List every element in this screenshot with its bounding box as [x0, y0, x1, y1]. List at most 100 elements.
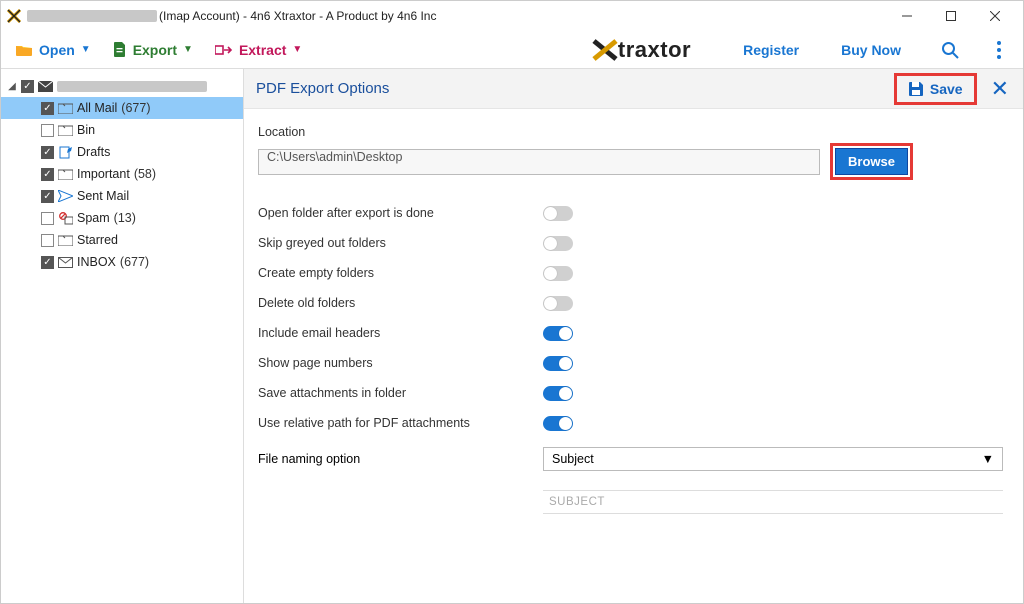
- save-button[interactable]: Save: [900, 79, 971, 99]
- option-row: Create empty folders: [258, 258, 1003, 288]
- sent-icon: [58, 190, 73, 203]
- collapse-arrow-icon[interactable]: ◢: [7, 81, 17, 92]
- folder-icon: [58, 124, 73, 137]
- search-icon[interactable]: [941, 41, 959, 59]
- draft-icon: [58, 146, 73, 159]
- chevron-down-icon: ▼: [81, 44, 91, 55]
- tree-row-starred[interactable]: Starred: [1, 229, 243, 251]
- checkbox[interactable]: ✓: [41, 146, 54, 159]
- tree-item-count: (677): [120, 255, 149, 269]
- tree-row-drafts[interactable]: ✓ Drafts: [1, 141, 243, 163]
- spam-icon: [58, 212, 73, 225]
- open-menu[interactable]: Open ▼: [15, 42, 91, 58]
- options-header: PDF Export Options Save ✕: [244, 69, 1023, 109]
- app-logo-icon: [7, 9, 21, 23]
- maximize-button[interactable]: [929, 2, 973, 30]
- inbox-icon: [58, 256, 73, 269]
- option-label: Use relative path for PDF attachments: [258, 416, 543, 430]
- tree-item-label: Drafts: [77, 145, 110, 159]
- folder-tree: ◢ ✓ ✓All Mail (677)Bin✓Drafts✓Important …: [1, 69, 244, 603]
- tree-row-inbox[interactable]: ✓ INBOX (677): [1, 251, 243, 273]
- option-row: Open folder after export is done: [258, 198, 1003, 228]
- close-window-button[interactable]: [973, 2, 1017, 30]
- tree-item-count: (58): [134, 167, 156, 181]
- checkbox[interactable]: [41, 234, 54, 247]
- title-redacted: [27, 10, 157, 22]
- tree-account-row[interactable]: ◢ ✓: [1, 75, 243, 97]
- folder-icon: [58, 102, 73, 115]
- brand-text: traxtor: [618, 37, 691, 63]
- checkbox[interactable]: [41, 212, 54, 225]
- register-link[interactable]: Register: [743, 42, 799, 58]
- option-row: Show page numbers: [258, 348, 1003, 378]
- tree-row-spam[interactable]: Spam (13): [1, 207, 243, 229]
- folder-icon: [58, 234, 73, 247]
- mail-icon: [38, 80, 53, 93]
- tree-item-label: Bin: [77, 123, 95, 137]
- option-row: Delete old folders: [258, 288, 1003, 318]
- tree-item-label: INBOX: [77, 255, 116, 269]
- brand-logo: traxtor: [592, 37, 691, 63]
- tree-row-sent-mail[interactable]: ✓ Sent Mail: [1, 185, 243, 207]
- chevron-down-icon: ▼: [982, 452, 994, 466]
- checkbox[interactable]: [41, 124, 54, 137]
- account-name-redacted: [57, 81, 207, 92]
- export-menu[interactable]: Export ▼: [113, 42, 193, 58]
- brand-x-icon: [592, 39, 618, 61]
- tree-item-label: Important: [77, 167, 130, 181]
- extract-icon: [215, 43, 233, 57]
- open-label: Open: [39, 42, 75, 58]
- save-icon: [908, 81, 924, 97]
- browse-button[interactable]: Browse: [835, 148, 908, 175]
- checkbox[interactable]: ✓: [41, 168, 54, 181]
- folder-open-icon: [15, 43, 33, 57]
- extract-menu[interactable]: Extract ▼: [215, 42, 302, 58]
- close-panel-button[interactable]: ✕: [991, 76, 1009, 102]
- file-export-icon: [113, 42, 127, 58]
- tree-item-label: Starred: [77, 233, 118, 247]
- toggle-switch[interactable]: [543, 266, 573, 281]
- tree-row-bin[interactable]: Bin: [1, 119, 243, 141]
- chevron-down-icon: ▼: [292, 44, 302, 55]
- location-input[interactable]: C:\Users\admin\Desktop: [258, 149, 820, 175]
- option-label: Delete old folders: [258, 296, 543, 310]
- file-naming-select[interactable]: Subject ▼: [543, 447, 1003, 471]
- tree-row-all-mail[interactable]: ✓All Mail (677): [1, 97, 243, 119]
- tree-item-label: Sent Mail: [77, 189, 129, 203]
- export-label: Export: [133, 42, 177, 58]
- toggle-switch[interactable]: [543, 356, 573, 371]
- window-title: (Imap Account) - 4n6 Xtraxtor - A Produc…: [159, 9, 436, 23]
- save-label: Save: [930, 81, 963, 97]
- toggle-switch[interactable]: [543, 416, 573, 431]
- titlebar: (Imap Account) - 4n6 Xtraxtor - A Produc…: [1, 1, 1023, 31]
- toggle-switch[interactable]: [543, 386, 573, 401]
- extract-label: Extract: [239, 42, 286, 58]
- location-label: Location: [258, 125, 1003, 139]
- checkbox[interactable]: ✓: [21, 80, 34, 93]
- tree-item-count: (677): [121, 101, 150, 115]
- toggle-switch[interactable]: [543, 296, 573, 311]
- minimize-button[interactable]: [885, 2, 929, 30]
- toggle-switch[interactable]: [543, 236, 573, 251]
- naming-preview: SUBJECT: [543, 490, 1003, 514]
- option-label: Create empty folders: [258, 266, 543, 280]
- option-label: Save attachments in folder: [258, 386, 543, 400]
- tree-row-important[interactable]: ✓ Important (58): [1, 163, 243, 185]
- tree-item-label: Spam: [77, 211, 110, 225]
- chevron-down-icon: ▼: [183, 44, 193, 55]
- file-naming-value: Subject: [552, 452, 594, 466]
- export-options-panel: PDF Export Options Save ✕ Location C:\Us…: [244, 69, 1023, 603]
- panel-title: PDF Export Options: [256, 80, 389, 97]
- checkbox[interactable]: ✓: [41, 256, 54, 269]
- option-row: Use relative path for PDF attachments: [258, 408, 1003, 438]
- checkbox[interactable]: ✓: [41, 102, 54, 115]
- toggle-switch[interactable]: [543, 326, 573, 341]
- more-menu-icon[interactable]: [997, 41, 1001, 59]
- main-toolbar: Open ▼ Export ▼ Extract ▼ traxtor Regist…: [1, 31, 1023, 69]
- option-label: Show page numbers: [258, 356, 543, 370]
- buy-now-link[interactable]: Buy Now: [841, 42, 901, 58]
- option-label: Open folder after export is done: [258, 206, 543, 220]
- file-naming-label: File naming option: [258, 452, 543, 466]
- toggle-switch[interactable]: [543, 206, 573, 221]
- checkbox[interactable]: ✓: [41, 190, 54, 203]
